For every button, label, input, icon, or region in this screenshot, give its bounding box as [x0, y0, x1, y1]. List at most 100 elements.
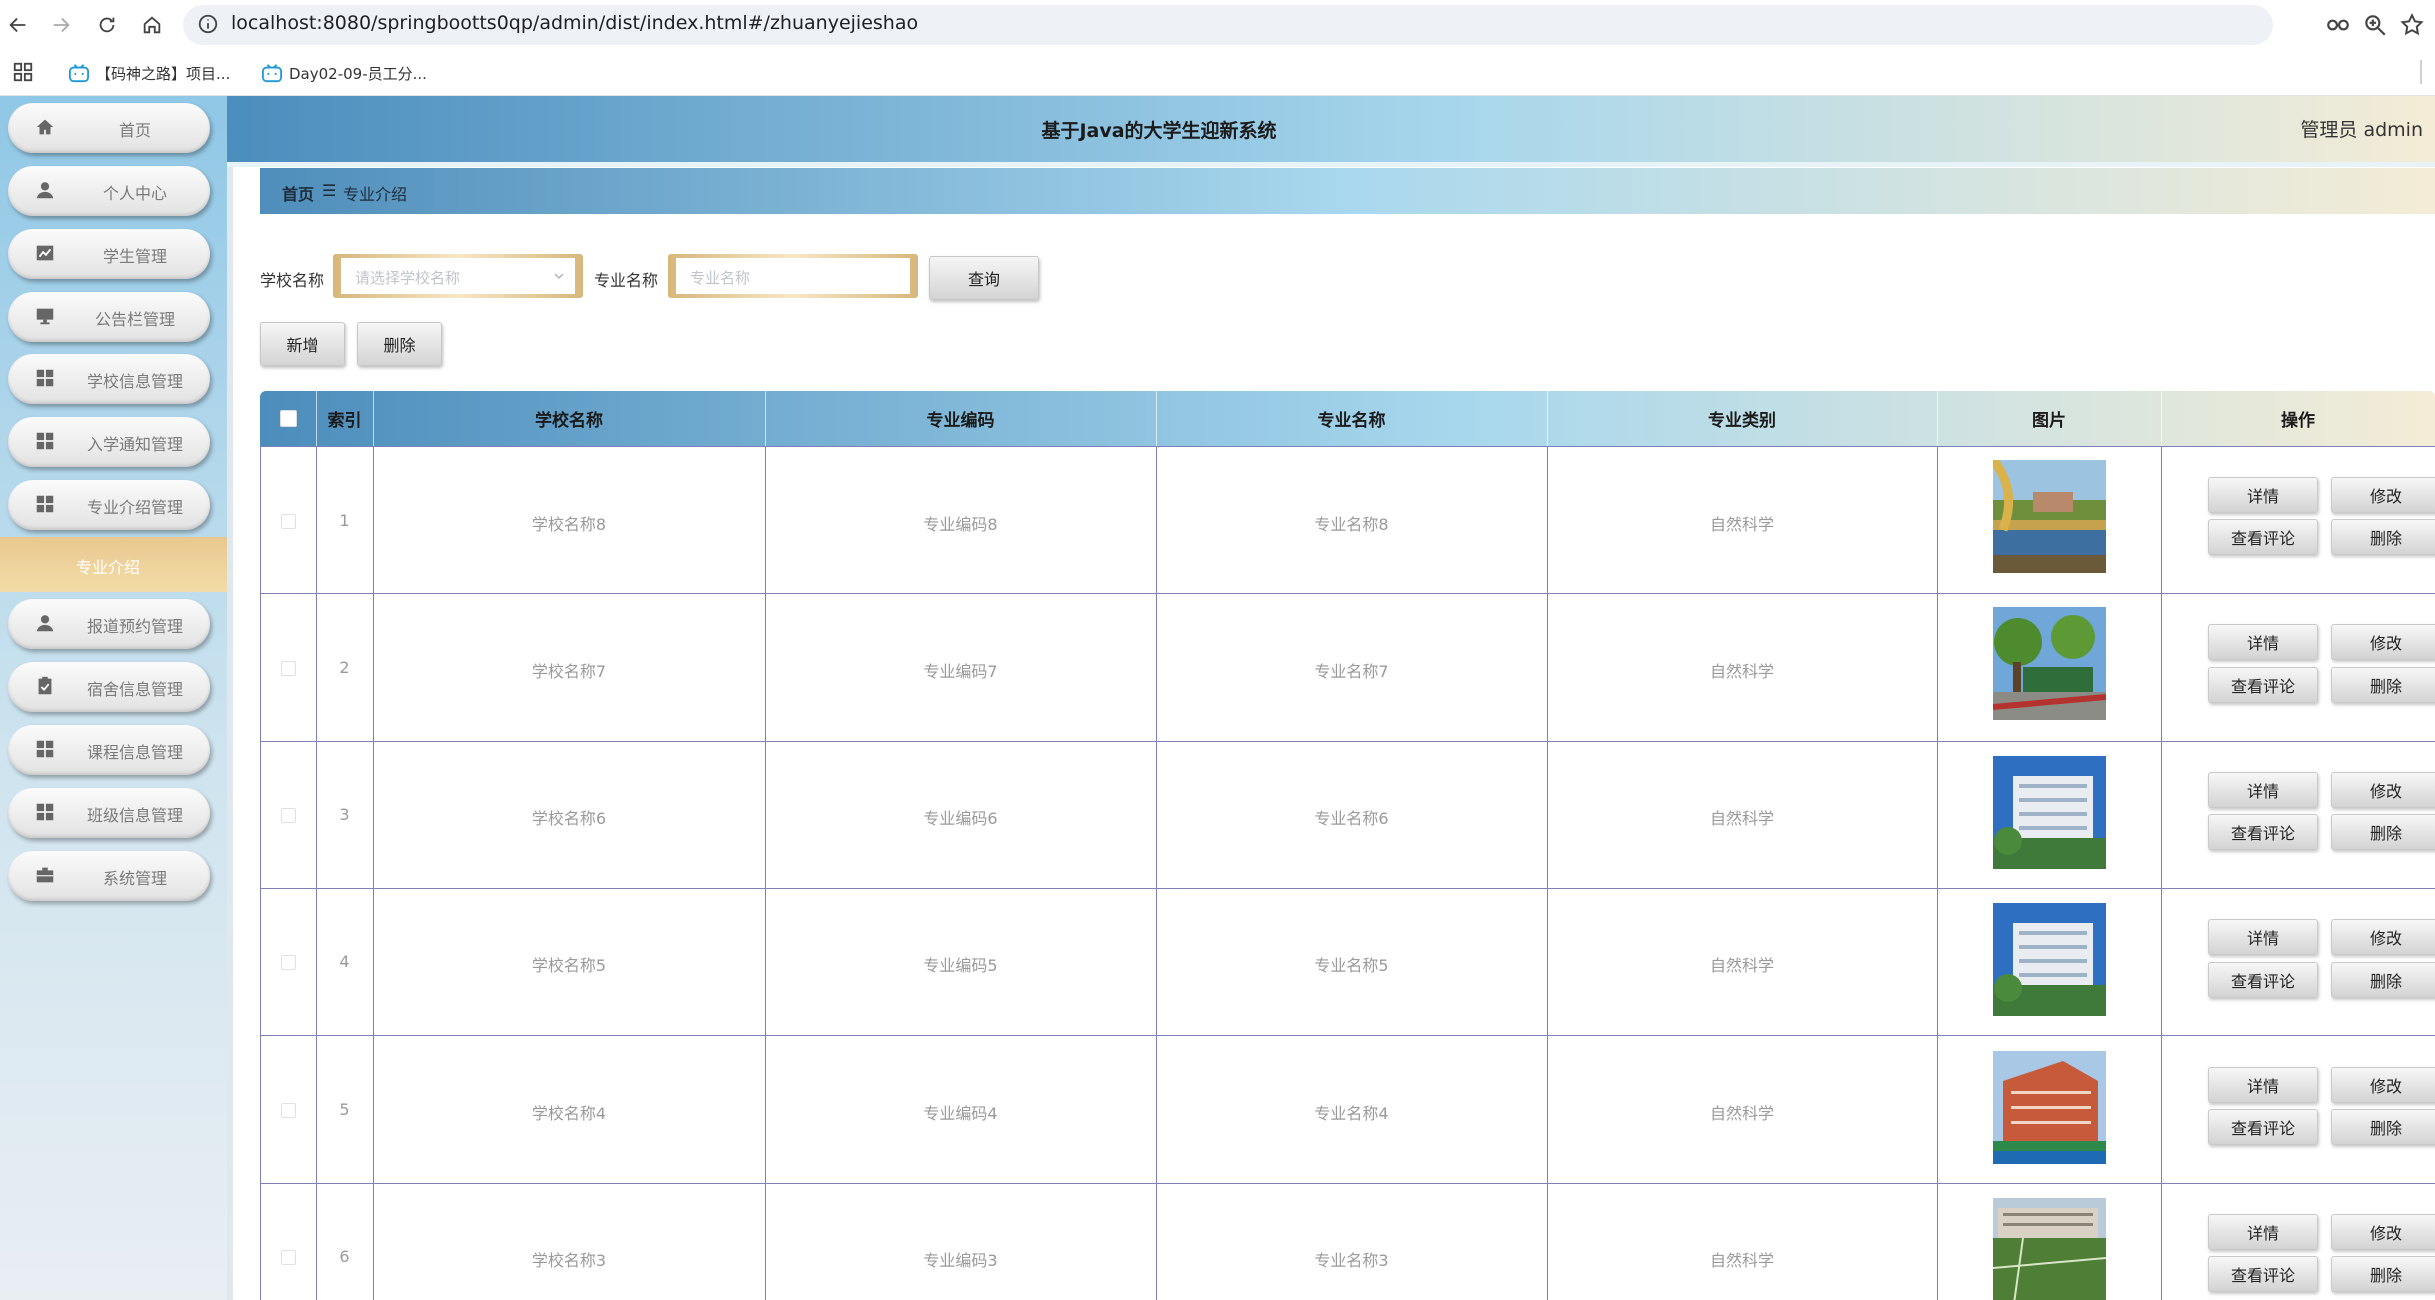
- delete-button[interactable]: 删除: [2331, 962, 2435, 998]
- cell-code: 专业编码5: [923, 956, 998, 975]
- row-checkbox[interactable]: [281, 1250, 296, 1265]
- chevron-down-icon: [554, 273, 564, 279]
- delete-button[interactable]: 删除: [2331, 814, 2435, 850]
- column-header-school[interactable]: 学校名称: [373, 391, 765, 446]
- star-icon[interactable]: [2399, 12, 2425, 38]
- detail-button[interactable]: 详情: [2208, 624, 2318, 660]
- detail-button[interactable]: 详情: [2208, 477, 2318, 513]
- key-icon[interactable]: [2325, 12, 2351, 38]
- view-comments-button[interactable]: 查看评论: [2208, 667, 2318, 703]
- bookmark-label: Day02-09-员工分...: [289, 64, 427, 83]
- cell-index: 4: [339, 952, 350, 971]
- view-comments-button[interactable]: 查看评论: [2208, 1256, 2318, 1292]
- site-info-icon[interactable]: [197, 13, 219, 35]
- header-divider: [373, 391, 374, 446]
- row-checkbox[interactable]: [281, 1103, 296, 1118]
- cell-category: 自然科学: [1709, 662, 1774, 681]
- edit-button[interactable]: 修改: [2331, 1214, 2435, 1250]
- sidebar-subitem-label: 专业介绍: [75, 558, 140, 577]
- sidebar-item-admission-notice[interactable]: 入学通知管理: [8, 417, 210, 467]
- view-comments-button[interactable]: 查看评论: [2208, 519, 2318, 555]
- cell-name: 专业名称4: [1314, 1104, 1389, 1123]
- white-building-photo[interactable]: [1993, 903, 2106, 1016]
- cell-school: 学校名称5: [531, 956, 607, 975]
- sports-field-photo[interactable]: [1993, 1198, 2106, 1300]
- sidebar-item-courses[interactable]: 课程信息管理: [8, 725, 210, 775]
- sidebar-item-notices[interactable]: 公告栏管理: [8, 292, 210, 342]
- sidebar-item-label: 报道预约管理: [86, 617, 183, 636]
- view-comments-button[interactable]: 查看评论: [2208, 1109, 2318, 1145]
- sidebar-item-students[interactable]: 学生管理: [8, 229, 210, 279]
- header-divider: [1937, 391, 1938, 446]
- batch-delete-button[interactable]: 删除: [357, 322, 442, 366]
- sidebar-item-dormitory[interactable]: 宿舍信息管理: [8, 662, 210, 712]
- column-header-name[interactable]: 专业名称: [1156, 391, 1547, 446]
- sidebar-item-system[interactable]: 系统管理: [8, 851, 210, 901]
- clipboard-icon: [38, 676, 52, 695]
- sidebar-item-profile[interactable]: 个人中心: [8, 166, 210, 216]
- breadcrumb: [260, 168, 2435, 214]
- detail-button[interactable]: 详情: [2208, 1067, 2318, 1103]
- sidebar-item-label: 学校信息管理: [86, 372, 183, 391]
- edit-button[interactable]: 修改: [2331, 624, 2435, 660]
- column-header-actions: 操作: [2281, 411, 2315, 431]
- school-name-select[interactable]: 请选择学校名称: [333, 254, 583, 298]
- grid-line: [1937, 446, 1938, 1300]
- view-comments-button[interactable]: 查看评论: [2208, 962, 2318, 998]
- edit-button[interactable]: 修改: [2331, 477, 2435, 513]
- detail-button[interactable]: 详情: [2208, 1214, 2318, 1250]
- select-all-checkbox[interactable]: [280, 410, 297, 427]
- white-building-photo[interactable]: [1993, 756, 2106, 869]
- detail-button[interactable]: 详情: [2208, 919, 2318, 955]
- back-icon[interactable]: [3, 10, 33, 40]
- chart-icon: [36, 245, 54, 261]
- school-name-placeholder: 请选择学校名称: [355, 269, 461, 287]
- bookmarks-divider: [2420, 60, 2422, 84]
- home-page-icon[interactable]: [137, 10, 167, 40]
- delete-button[interactable]: 删除: [2331, 667, 2435, 703]
- bookmarks-bar: 【码神之路】项目... Day02-09-员工分...: [0, 50, 2435, 96]
- url-text[interactable]: localhost:8080/springbootts0qp/admin/dis…: [231, 12, 918, 34]
- bookmark-item[interactable]: 【码神之路】项目...: [68, 61, 230, 85]
- delete-button[interactable]: 删除: [2331, 519, 2435, 555]
- breadcrumb-home[interactable]: 首页: [282, 181, 314, 205]
- apps-grid-icon[interactable]: [12, 61, 34, 83]
- column-header-index[interactable]: 索引: [316, 391, 373, 446]
- sidebar-item-registration[interactable]: 报道预约管理: [8, 599, 210, 649]
- view-comments-button[interactable]: 查看评论: [2208, 814, 2318, 850]
- row-checkbox[interactable]: [281, 514, 296, 529]
- lake-campus-photo[interactable]: [1993, 460, 2106, 573]
- row-checkbox[interactable]: [281, 808, 296, 823]
- add-button[interactable]: 新增: [260, 322, 345, 366]
- major-name-input[interactable]: 专业名称: [668, 254, 918, 298]
- sidebar-item-school-info[interactable]: 学校信息管理: [8, 354, 210, 404]
- edit-button[interactable]: 修改: [2331, 1067, 2435, 1103]
- cell-index: 6: [339, 1247, 350, 1266]
- tree-lined-road-photo[interactable]: [1993, 607, 2106, 720]
- zoom-icon[interactable]: [2362, 12, 2388, 38]
- delete-button[interactable]: 删除: [2331, 1109, 2435, 1145]
- column-header-category[interactable]: 专业类别: [1547, 391, 1937, 446]
- sidebar-item-label: 班级信息管理: [86, 806, 183, 825]
- edit-button[interactable]: 修改: [2331, 772, 2435, 808]
- column-header-code[interactable]: 专业编码: [765, 391, 1156, 446]
- sidebar-item-major-intro[interactable]: 专业介绍管理: [8, 480, 210, 530]
- row-checkbox[interactable]: [281, 955, 296, 970]
- sidebar-item-classes[interactable]: 班级信息管理: [8, 788, 210, 838]
- red-building-photo[interactable]: [1993, 1051, 2106, 1164]
- edit-button[interactable]: 修改: [2331, 919, 2435, 955]
- reload-icon[interactable]: [92, 10, 122, 40]
- sidebar-item-label: 个人中心: [102, 184, 167, 203]
- bookmark-item[interactable]: Day02-09-员工分...: [261, 61, 427, 85]
- delete-button[interactable]: 删除: [2331, 1256, 2435, 1292]
- sidebar-item-label: 学生管理: [102, 247, 167, 266]
- query-button[interactable]: 查询: [929, 256, 1039, 300]
- sidebar-item-label: 入学通知管理: [86, 435, 183, 454]
- column-header-image[interactable]: 图片: [1937, 391, 2161, 446]
- user-info[interactable]: 管理员 admin: [2300, 115, 2423, 142]
- detail-button[interactable]: 详情: [2208, 772, 2318, 808]
- sidebar-subitem-major-intro[interactable]: 专业介绍: [0, 537, 227, 592]
- sidebar-edge: [227, 96, 233, 1300]
- forward-icon[interactable]: [46, 10, 76, 40]
- row-checkbox[interactable]: [281, 661, 296, 676]
